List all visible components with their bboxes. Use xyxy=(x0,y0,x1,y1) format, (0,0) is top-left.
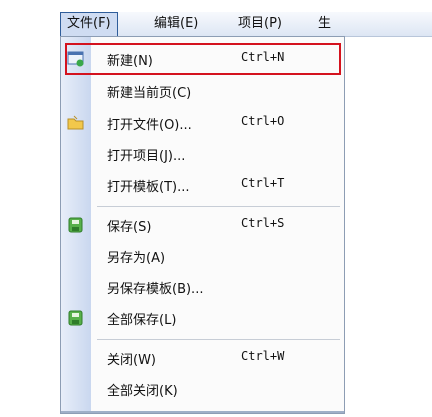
menu-item-open-template-label: 打开模板(T)... xyxy=(107,180,190,195)
menu-bottom-border xyxy=(61,411,344,413)
menu-item-open-template[interactable]: 打开模板(T)... Ctrl+T xyxy=(61,170,344,200)
menu-item-new-current-page[interactable]: 新建当前页(C) xyxy=(61,76,344,106)
menu-item-open-project-label: 打开项目(J)... xyxy=(107,149,186,164)
menu-item-save-all-label: 全部保存(L) xyxy=(107,313,177,328)
menu-item-close-label: 关闭(W) xyxy=(107,353,156,368)
save-all-icon xyxy=(67,310,85,326)
menu-item-save-template[interactable]: 另保存模板(B)... xyxy=(61,272,344,302)
menu-item-new-current-page-label: 新建当前页(C) xyxy=(107,86,192,101)
menu-file[interactable]: 文件(F) xyxy=(60,12,118,36)
menu-item-save[interactable]: 保存(S) Ctrl+S xyxy=(61,210,344,240)
menu-item-close-all-label: 全部关闭(K) xyxy=(107,384,178,399)
menu-item-close[interactable]: 关闭(W) Ctrl+W xyxy=(61,343,344,373)
menu-separator xyxy=(97,206,340,207)
highlight-box xyxy=(65,43,341,75)
menu-item-open-file-label: 打开文件(O)... xyxy=(107,118,192,133)
menu-item-close-shortcut: Ctrl+W xyxy=(241,349,285,363)
menu-item-save-template-label: 另保存模板(B)... xyxy=(107,282,204,297)
menu-item-save-as[interactable]: 另存为(A) xyxy=(61,241,344,271)
menu-item-close-all[interactable]: 全部关闭(K) xyxy=(61,374,344,404)
menu-item-open-file-shortcut: Ctrl+O xyxy=(241,114,285,128)
menu-separator xyxy=(97,339,340,340)
menu-item-save-all[interactable]: 全部保存(L) xyxy=(61,303,344,333)
menu-edit[interactable]: 编辑(E) xyxy=(148,12,204,36)
menu-item-save-shortcut: Ctrl+S xyxy=(241,216,285,230)
menu-item-save-as-label: 另存为(A) xyxy=(107,251,166,266)
menu-item-open-file[interactable]: 打开文件(O)... Ctrl+O xyxy=(61,108,344,138)
menu-item-open-project[interactable]: 打开项目(J)... xyxy=(61,139,344,169)
file-menu-dropdown: 新建(N) Ctrl+N 新建当前页(C) 打开文件(O)... Ctrl+O … xyxy=(60,36,345,414)
menu-build[interactable]: 生 xyxy=(312,12,337,36)
menu-bar: 文件(F) 编辑(E) 项目(P) 生 xyxy=(60,12,432,37)
menu-project[interactable]: 项目(P) xyxy=(232,12,288,36)
save-icon xyxy=(67,217,85,233)
open-folder-icon xyxy=(67,115,85,131)
menu-item-save-label: 保存(S) xyxy=(107,220,152,235)
menu-item-open-template-shortcut: Ctrl+T xyxy=(241,176,285,190)
